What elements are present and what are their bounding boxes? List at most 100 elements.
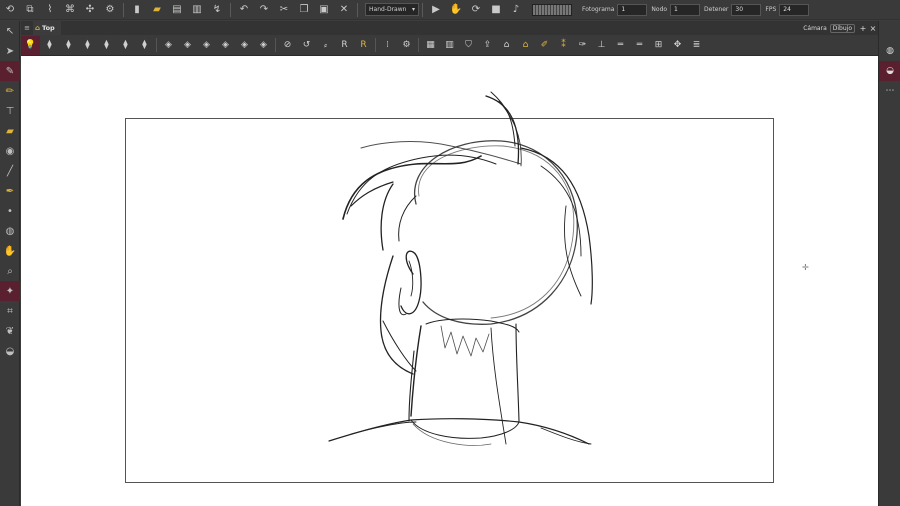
grid-icon[interactable]: ▦ bbox=[421, 36, 440, 55]
more-options-icon[interactable]: ⋯ bbox=[879, 81, 900, 101]
pin-icon[interactable]: ⁞ bbox=[378, 36, 397, 55]
line-tool-icon[interactable]: ╱ bbox=[0, 161, 20, 181]
onion-skin-3-icon[interactable]: ⧫ bbox=[78, 36, 97, 55]
onion-skin-6-icon[interactable]: ⧫ bbox=[135, 36, 154, 55]
lock-icon[interactable]: ⌂ bbox=[497, 36, 516, 55]
bucket-icon[interactable]: ◒ bbox=[0, 341, 20, 361]
dot-tool-icon[interactable]: • bbox=[0, 201, 20, 221]
onion-skin-4-icon[interactable]: ⧫ bbox=[97, 36, 116, 55]
hand-icon[interactable]: ✋ bbox=[446, 1, 466, 19]
cube-2-icon[interactable]: ◈ bbox=[178, 36, 197, 55]
panel-menu-icon[interactable]: ≡ bbox=[21, 24, 33, 32]
frame-field[interactable]: 1 bbox=[617, 3, 648, 16]
brush-mode-icon[interactable]: ⸗ bbox=[316, 36, 335, 55]
fps-field[interactable]: 24 bbox=[779, 3, 810, 16]
first-frame-icon[interactable]: ⟲ bbox=[0, 1, 20, 19]
eraser-tool-icon[interactable]: ▰ bbox=[0, 121, 20, 141]
add-view-icon[interactable]: + bbox=[858, 24, 868, 33]
ladder-icon[interactable]: ≣ bbox=[687, 36, 706, 55]
settings-icon[interactable]: ⚙ bbox=[397, 36, 416, 55]
onion-skin-icon[interactable]: ⧉ bbox=[20, 1, 40, 19]
camera-view-panel: ≡ ⌂ Top Cámara Dibujo + × 💡 ⧫ ⧫ ⧫ ⧫ ⧫ ⧫ … bbox=[21, 21, 878, 506]
tab-top[interactable]: ⌂ Top bbox=[33, 21, 61, 35]
stamp-tool-icon[interactable]: ⊤ bbox=[0, 101, 20, 121]
cube-3-icon[interactable]: ◈ bbox=[197, 36, 216, 55]
rule-1-icon[interactable]: ═ bbox=[611, 36, 630, 55]
new-drawing-icon[interactable]: ▮ bbox=[127, 1, 147, 19]
paste-icon[interactable]: ▣ bbox=[314, 1, 334, 19]
layers-icon[interactable]: ▥ bbox=[187, 1, 207, 19]
light-table-icon[interactable]: 💡 bbox=[21, 35, 40, 55]
toolbar-separator bbox=[422, 2, 423, 17]
contour-editor-icon[interactable]: ➤ bbox=[0, 41, 20, 61]
no-entry-icon[interactable]: ⊘ bbox=[278, 36, 297, 55]
brush-preset-icon[interactable]: ◒ bbox=[879, 61, 900, 81]
stamp-1-icon[interactable]: ⊥ bbox=[592, 36, 611, 55]
camera-tab[interactable]: Cámara bbox=[800, 25, 830, 32]
helmet-icon[interactable]: ◍ bbox=[879, 41, 900, 61]
animation-mode-select[interactable]: Hand-Drawn ▾ bbox=[365, 3, 419, 16]
dropper-tool-icon[interactable]: ✒ bbox=[0, 181, 20, 201]
bone-icon[interactable]: ✣ bbox=[80, 1, 100, 19]
lock-gold-icon[interactable]: ⌂ bbox=[516, 36, 535, 55]
bulb-icon[interactable]: ⁑ bbox=[554, 36, 573, 55]
drawing-tab[interactable]: Dibujo bbox=[829, 23, 855, 33]
zoom-tool-icon[interactable]: ⌕ bbox=[0, 261, 20, 281]
loop-icon[interactable]: ⟳ bbox=[466, 1, 486, 19]
film-icon[interactable]: ⊞ bbox=[649, 36, 668, 55]
reverse-icon[interactable]: ↺ bbox=[297, 36, 316, 55]
onion-skin-2-icon[interactable]: ⧫ bbox=[59, 36, 78, 55]
transform-tool-icon[interactable]: ✦ bbox=[0, 281, 20, 301]
node-field[interactable]: 1 bbox=[670, 3, 701, 16]
cube-1-icon[interactable]: ◈ bbox=[159, 36, 178, 55]
save-icon[interactable]: ▤ bbox=[167, 1, 187, 19]
drawing-canvas[interactable]: ✛ bbox=[21, 56, 878, 506]
folder-icon[interactable]: ▰ bbox=[147, 1, 167, 19]
shape-tool-icon[interactable]: ◍ bbox=[0, 221, 20, 241]
ink-tool-icon[interactable]: ❦ bbox=[0, 321, 20, 341]
rb-icon[interactable]: R bbox=[354, 36, 373, 55]
node-label: Nodo bbox=[651, 6, 668, 13]
pen-icon[interactable]: ✐ bbox=[535, 36, 554, 55]
onion-skin-1-icon[interactable]: ⧫ bbox=[40, 36, 59, 55]
export-icon[interactable]: ↯ bbox=[207, 1, 227, 19]
crop-tool-icon[interactable]: ⌗ bbox=[0, 301, 20, 321]
hand-tool-icon[interactable]: ✋ bbox=[0, 241, 20, 261]
head-sketch bbox=[328, 91, 593, 446]
delete-icon[interactable]: ✕ bbox=[334, 1, 354, 19]
cube-4-icon[interactable]: ◈ bbox=[216, 36, 235, 55]
play-icon[interactable]: ▶ bbox=[426, 1, 446, 19]
book-icon[interactable]: ▥ bbox=[440, 36, 459, 55]
cube-5-icon[interactable]: ◈ bbox=[235, 36, 254, 55]
close-icon[interactable]: × bbox=[868, 24, 878, 33]
fps-label: FPS bbox=[765, 6, 777, 13]
transform-icon[interactable]: ✥ bbox=[668, 36, 687, 55]
deformer-icon[interactable]: ⌘ bbox=[60, 1, 80, 19]
copy-icon[interactable]: ❐ bbox=[294, 1, 314, 19]
view-tools-separator bbox=[156, 38, 157, 52]
pencil-tool-icon[interactable]: ✏ bbox=[0, 81, 20, 101]
undo-icon[interactable]: ↶ bbox=[234, 1, 254, 19]
kinematic-icon[interactable]: ⚙ bbox=[100, 1, 120, 19]
cut-icon[interactable]: ✂ bbox=[274, 1, 294, 19]
home-icon: ⌂ bbox=[35, 24, 41, 32]
frame-label: Fotograma bbox=[582, 6, 615, 13]
onion-skin-5-icon[interactable]: ⧫ bbox=[116, 36, 135, 55]
stop-icon[interactable]: ■ bbox=[486, 1, 506, 19]
envelope-icon[interactable]: ⌇ bbox=[40, 1, 60, 19]
frame-slider[interactable] bbox=[532, 3, 572, 16]
select-tool-icon[interactable]: ↖ bbox=[0, 21, 20, 41]
rule-2-icon[interactable]: ═ bbox=[630, 36, 649, 55]
cube-6-icon[interactable]: ◈ bbox=[254, 36, 273, 55]
marker-icon[interactable]: ✑ bbox=[573, 36, 592, 55]
sound-icon[interactable]: ♪ bbox=[506, 1, 526, 19]
redo-icon[interactable]: ↷ bbox=[254, 1, 274, 19]
upload-icon[interactable]: ⇪ bbox=[478, 36, 497, 55]
stop-field[interactable]: 30 bbox=[731, 3, 762, 16]
paint-bucket-icon[interactable]: ◉ bbox=[0, 141, 20, 161]
shield-icon[interactable]: ⛉ bbox=[459, 36, 478, 55]
brush-tool-icon[interactable]: ✎ bbox=[0, 61, 20, 81]
canvas-cursor-icon: ✛ bbox=[802, 263, 809, 272]
rx-icon[interactable]: R bbox=[335, 36, 354, 55]
toolbar-separator bbox=[123, 2, 124, 17]
